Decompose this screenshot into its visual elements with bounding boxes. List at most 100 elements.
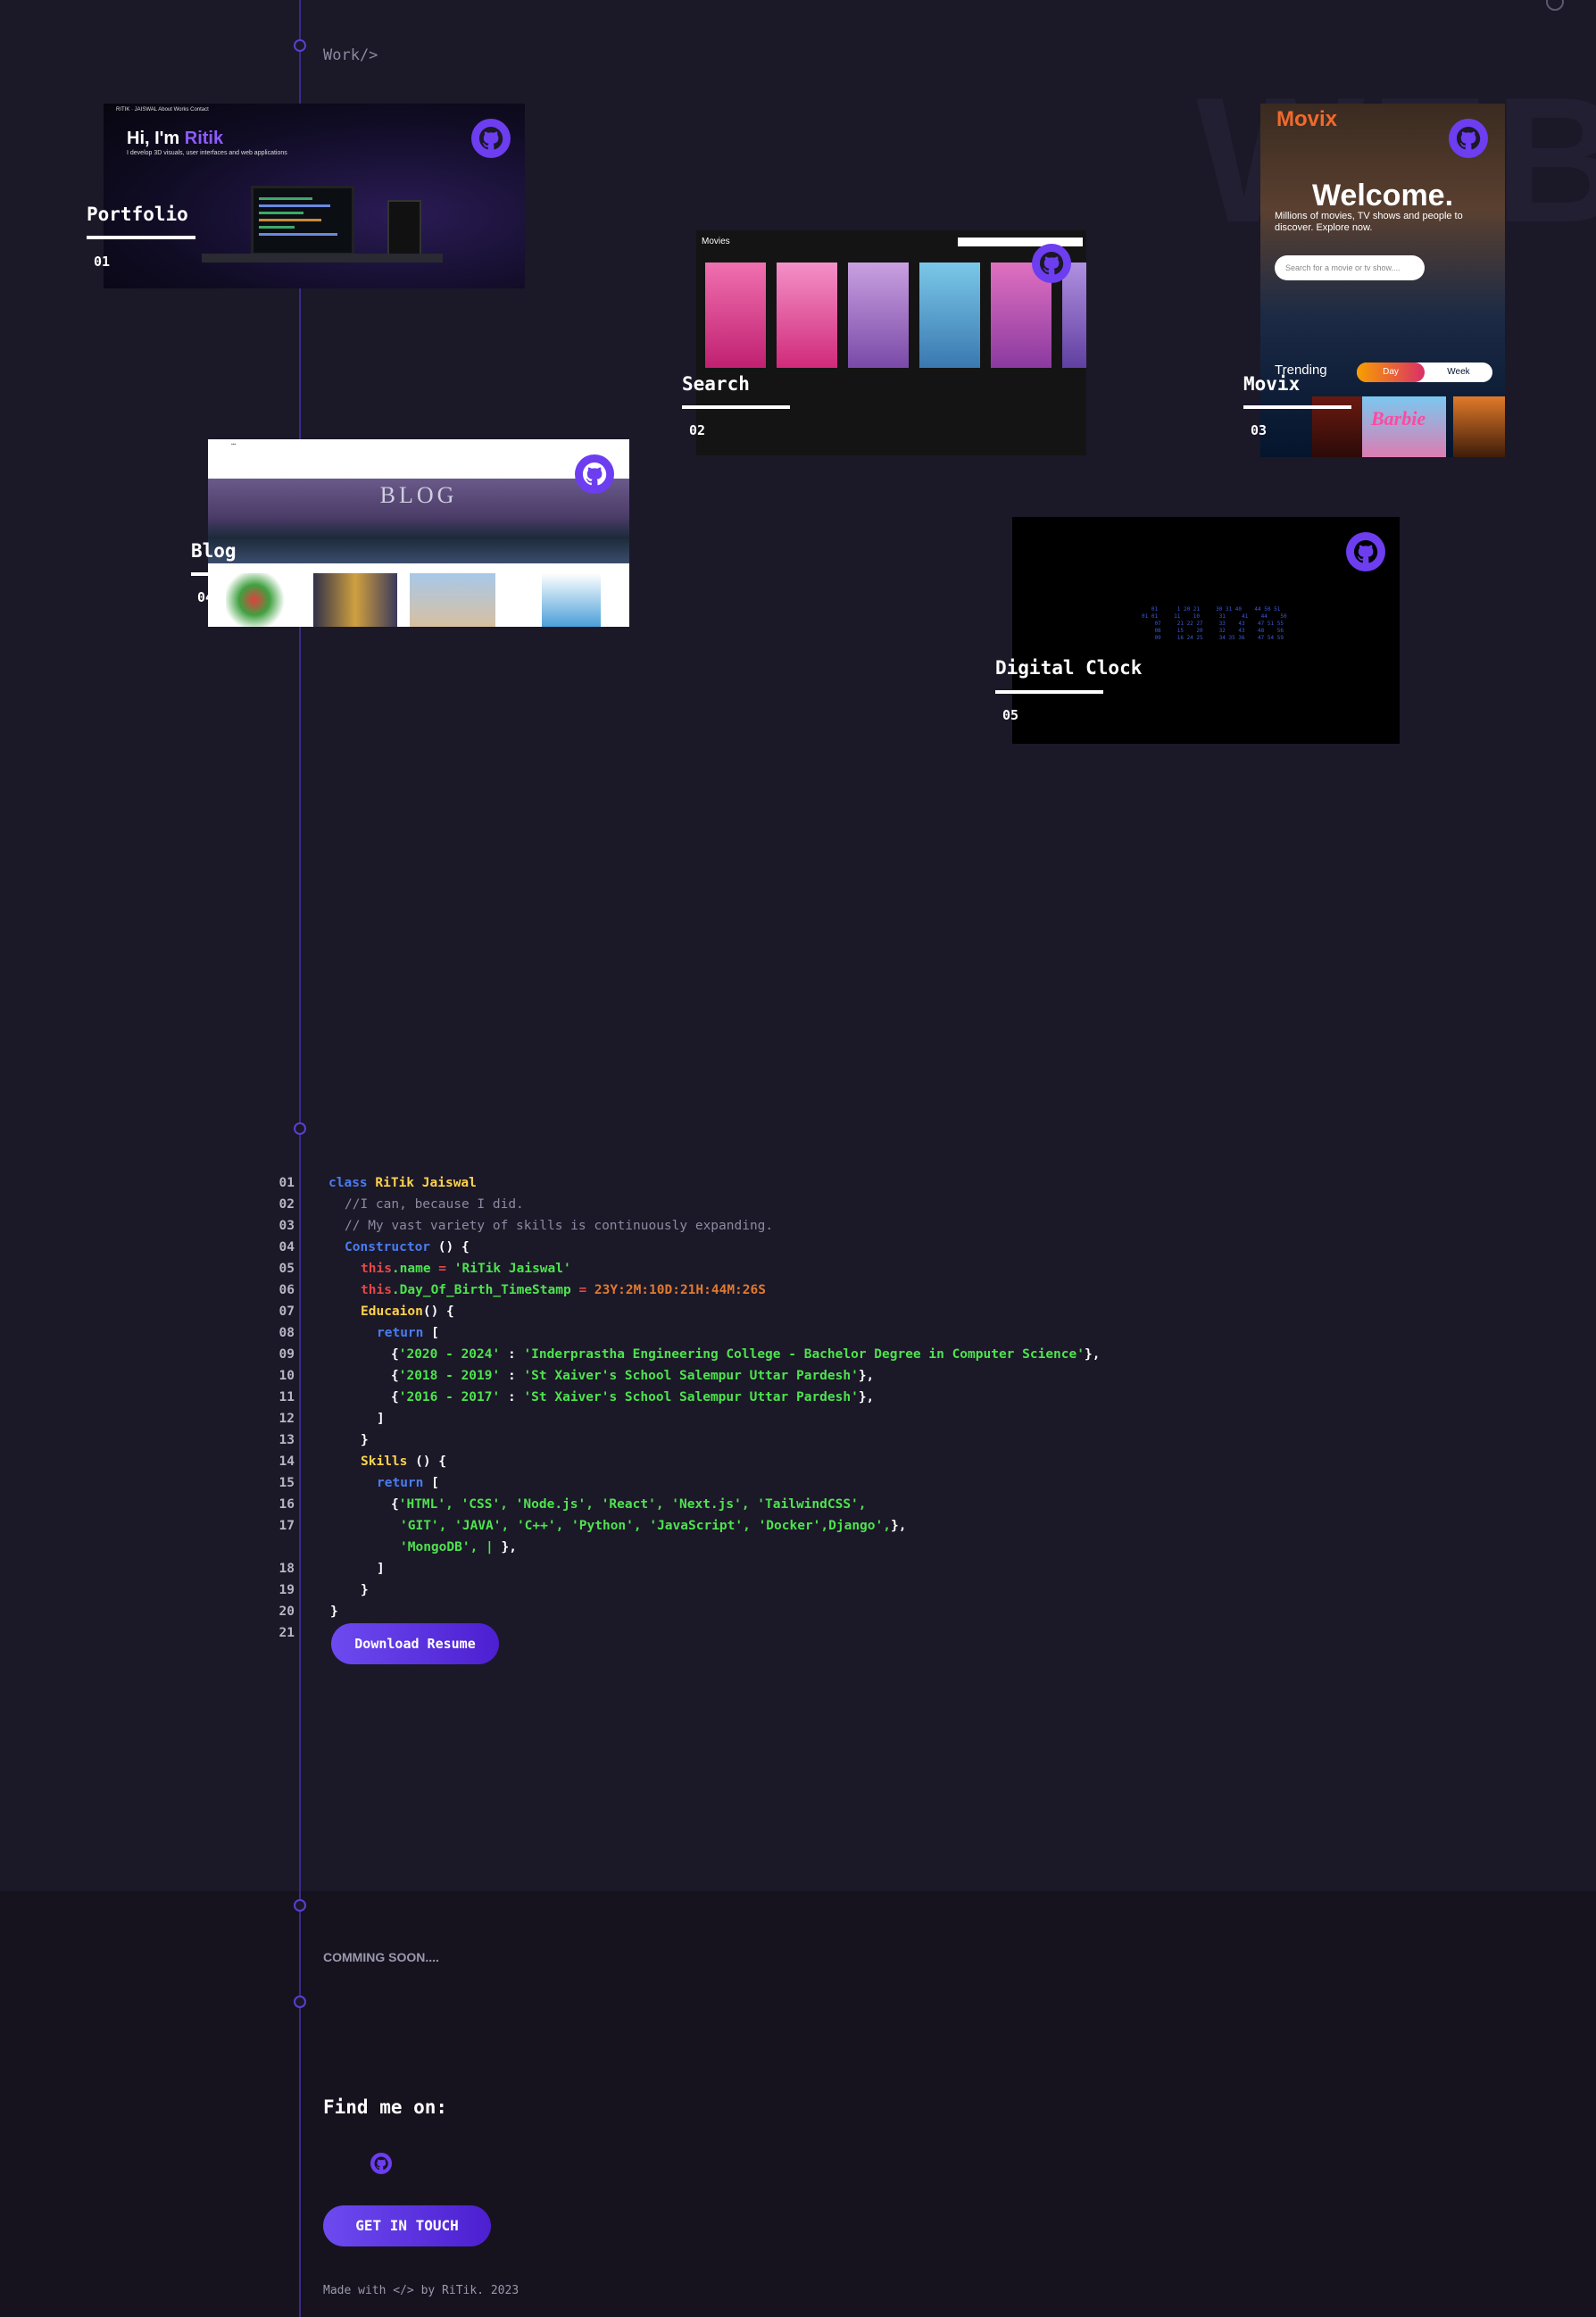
code-line: // My vast variety of skills is continuo…	[345, 1219, 774, 1233]
code-line-number: 10	[278, 1369, 295, 1383]
project-number: 03	[1251, 422, 1268, 438]
github-icon[interactable]	[471, 119, 511, 158]
code-line: }	[330, 1604, 338, 1619]
preview-navbar: RITIK · JAISWAL About Works Contact	[116, 107, 209, 113]
movie-poster	[919, 263, 980, 368]
code-line-number: 11	[278, 1390, 295, 1404]
code-line-number: 13	[278, 1433, 295, 1447]
toggle-day: Day	[1357, 363, 1425, 382]
movie-card	[1453, 396, 1505, 457]
blog-thumbnail	[410, 573, 495, 627]
toggle-week: Week	[1447, 367, 1470, 377]
code-line-number: 01	[278, 1176, 295, 1190]
project-preview-blog[interactable]: ▪▪▪ BLOG	[208, 439, 629, 627]
movie-card-title: Barbie	[1371, 407, 1426, 429]
project-title: Portfolio	[87, 204, 188, 225]
blog-thumbnail	[542, 573, 601, 627]
code-line: 'GIT', 'JAVA', 'C++', 'Python', 'JavaScr…	[400, 1519, 907, 1533]
github-icon[interactable]	[1032, 244, 1071, 283]
project-title: Search	[682, 373, 750, 395]
code-line-number: 16	[278, 1497, 295, 1512]
code-line-number: 05	[278, 1262, 295, 1276]
project-underline	[682, 405, 790, 409]
project-underline	[87, 236, 195, 239]
project-title: Blog	[191, 540, 237, 562]
code-line: Skills () {	[361, 1454, 447, 1469]
code-line: this.Day_Of_Birth_TimeStamp = 23Y:2M:10D…	[361, 1283, 766, 1297]
timeline-dot	[294, 39, 306, 52]
code-line: return [	[377, 1326, 439, 1340]
preview-logo: Movix	[1276, 107, 1338, 131]
code-line-number: 15	[278, 1476, 295, 1490]
preview-hero-subtitle: I develop 3D visuals, user interfaces an…	[127, 150, 287, 156]
coming-soon-text: COMMING SOON....	[323, 1950, 439, 1964]
code-line: class RiTik Jaiswal	[328, 1176, 477, 1190]
code-line: Constructor () {	[345, 1240, 470, 1254]
code-line: }	[361, 1433, 369, 1447]
code-line-number: 09	[278, 1347, 295, 1362]
preview-header: Movies	[702, 237, 730, 246]
section-label-work: Work/>	[323, 46, 378, 64]
code-line: ]	[377, 1412, 385, 1426]
movie-poster	[777, 263, 837, 368]
project-number: 01	[94, 254, 111, 270]
preview-hero-title: Hi, I'm Ritik	[127, 129, 224, 148]
project-title: Digital Clock	[995, 657, 1143, 679]
cursor-ring	[1546, 0, 1564, 11]
preview-clock-grid: 01 1 20 21 30 31 40 44 50 51 01 01 11 10…	[1142, 606, 1287, 641]
blog-thumbnail	[226, 573, 297, 627]
code-line: return [	[377, 1476, 439, 1490]
resume-code-block: 01 02 03 04 05 06 07 08 09 10 11 12 13 14 15 16 17 18 19 20…	[275, 1172, 1101, 1687]
preview-navbar: ▪▪▪	[231, 442, 237, 447]
project-underline	[1243, 405, 1351, 409]
project-title: Movix	[1243, 373, 1301, 395]
get-in-touch-button[interactable]: GET IN TOUCH	[323, 2205, 491, 2246]
code-line-number: 03	[278, 1219, 295, 1233]
code-line-number: 21	[278, 1626, 295, 1640]
code-line-number: 04	[278, 1240, 295, 1254]
preview-pc-tower	[387, 200, 421, 257]
code-line: 'MongoDB', | },	[400, 1540, 517, 1554]
code-line-number: 19	[278, 1583, 295, 1597]
preview-welcome: Welcome.	[1311, 179, 1454, 213]
preview-search-input: Search for a movie or tv show....	[1275, 255, 1425, 280]
timeline-dot	[294, 1122, 306, 1135]
code-line: ]	[377, 1562, 385, 1576]
code-line-number: 14	[278, 1454, 295, 1469]
project-underline	[995, 690, 1103, 694]
github-icon[interactable]	[370, 2152, 393, 2175]
find-me-heading: Find me on:	[323, 2096, 448, 2118]
code-line: this.name = 'RiTik Jaiswal'	[361, 1262, 571, 1276]
code-line: {'HTML', 'CSS', 'Node.js', 'React', 'Nex…	[391, 1497, 867, 1512]
code-line: {'2016 - 2017' : 'St Xaiver's School Sal…	[391, 1390, 875, 1404]
project-number: 02	[689, 422, 706, 438]
timeline-dot	[294, 1899, 306, 1912]
project-number: 05	[1002, 707, 1019, 723]
preview-hero-text: BLOG	[379, 482, 458, 508]
code-line: //I can, because I did.	[345, 1197, 524, 1212]
preview-tagline: Millions of movies, TV shows and people …	[1275, 211, 1463, 233]
preview-desk	[202, 254, 443, 263]
code-line: {'2020 - 2024' : 'Inderprastha Engineeri…	[391, 1347, 1101, 1362]
project-underline	[191, 572, 208, 576]
movie-poster	[705, 263, 766, 368]
code-line-number: 12	[278, 1412, 295, 1426]
code-line-number: 17	[278, 1519, 295, 1533]
project-number: 04	[197, 589, 208, 605]
project-preview-search[interactable]: Movies	[696, 230, 1086, 455]
code-line-number: 07	[278, 1304, 295, 1319]
project-preview-digital-clock[interactable]: 01 1 20 21 30 31 40 44 50 51 01 01 11 10…	[1012, 517, 1400, 744]
code-line-number: 08	[278, 1326, 295, 1340]
code-line-number: 06	[278, 1283, 295, 1297]
timeline-dot	[294, 1996, 306, 2008]
project-preview-portfolio[interactable]: RITIK · JAISWAL About Works Contact Hi, …	[104, 104, 525, 288]
download-resume-button[interactable]: Download Resume	[331, 1623, 499, 1664]
timeline-line	[299, 0, 301, 2317]
movie-card: Barbie	[1362, 396, 1446, 457]
github-icon[interactable]	[575, 454, 614, 494]
github-icon[interactable]	[1346, 532, 1385, 571]
preview-monitor	[251, 186, 354, 255]
footer-credit: Made with </> by RiTik. 2023	[323, 2284, 520, 2297]
github-icon[interactable]	[1449, 119, 1488, 158]
code-line-number: 02	[278, 1197, 295, 1212]
